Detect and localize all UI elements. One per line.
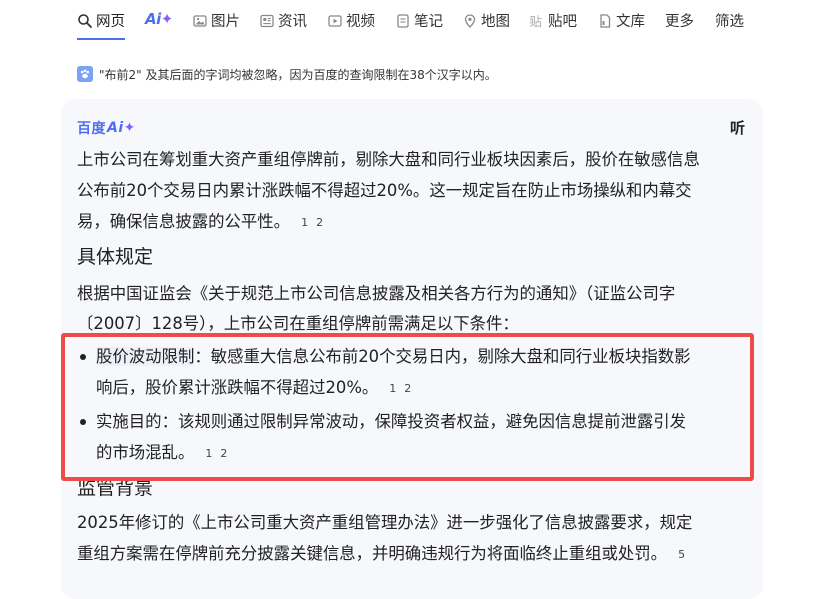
- list-item-line: 实施目的：该规则通过限制异常波动，保障投资者权益，避免因信息提前泄露引发: [96, 412, 687, 431]
- citation-link[interactable]: 2: [313, 208, 326, 238]
- tab-notes[interactable]: 笔记: [395, 10, 443, 40]
- baidu-paw-icon: [77, 66, 93, 82]
- tab-label: 贴吧: [548, 14, 577, 30]
- tab-label: 筛选: [715, 14, 744, 30]
- tab-docs[interactable]: 文库: [597, 10, 645, 40]
- tab-label: 地图: [481, 14, 510, 30]
- tab-label: 更多: [665, 14, 694, 30]
- tab-label: 笔记: [414, 14, 443, 30]
- tieba-icon: 贴: [530, 14, 543, 29]
- ai-icon: Ai✦: [145, 10, 173, 28]
- tab-tieba[interactable]: 贴 贴吧: [529, 10, 578, 40]
- list-item-keyword: 股价波动限制: [96, 347, 195, 366]
- tab-video[interactable]: 视频: [327, 10, 375, 40]
- bullet-dot: [80, 419, 86, 425]
- notice-text: "布前2" 及其后面的字词均被忽略，因为百度的查询限制在38个汉字以内。: [99, 67, 497, 82]
- list-item-line: 的市场混乱。 1 2: [96, 438, 230, 469]
- tab-label: 视频: [346, 14, 375, 30]
- image-icon: [193, 15, 207, 27]
- list-item-line: 股价波动限制：敏感重大信息公布前20个交易日内，剔除大盘和同行业板块指数影: [96, 347, 691, 366]
- video-icon: [328, 15, 342, 27]
- tab-label: 网页: [96, 14, 125, 30]
- tab-map[interactable]: 地图: [462, 10, 510, 40]
- section-para-line-1: 根据中国证监会《关于规范上市公司信息披露及相关各方行为的通知》（证监公司字: [77, 284, 676, 303]
- tab-web[interactable]: 网页: [77, 10, 125, 40]
- citation-link[interactable]: 2: [217, 439, 230, 469]
- citation-link[interactable]: 1: [202, 439, 215, 469]
- intro-line-3: 易，确保信息披露的公平性。 1 2: [77, 207, 326, 238]
- intro-line-1: 上市公司在筹划重大资产重组停牌前，剔除大盘和同行业板块因素后，股价在敏感信息: [77, 150, 700, 169]
- search-vertical-tabs: 网页 Ai✦ 图片 资讯 视频 笔记 地图 贴 贴吧 文库 更多 筛选: [0, 0, 816, 44]
- note-icon: [397, 14, 409, 28]
- intro-line-2: 公布前20个交易日内累计涨跌幅不得超过20%。这一规定旨在防止市场操纵和内幕交: [77, 181, 692, 200]
- section-para-line-2: 〔2007〕128号），上市公司在重组停牌前需满足以下条件：: [77, 314, 519, 333]
- news-icon: [260, 14, 274, 28]
- tab-more[interactable]: 更多: [665, 10, 694, 40]
- citation-link[interactable]: 1: [386, 374, 399, 404]
- section-heading: 具体规定: [77, 246, 154, 268]
- map-icon: [464, 14, 476, 28]
- listen-button[interactable]: 听: [730, 117, 745, 138]
- filter-button[interactable]: 筛选: [715, 10, 744, 40]
- tab-ai[interactable]: Ai✦: [145, 10, 173, 40]
- svg-text:贴: 贴: [530, 14, 543, 29]
- section-heading: 监管背景: [77, 477, 154, 499]
- section-para-line-2: 重组方案需在停牌前充分披露关键信息，并明确违规行为将面临终止重组或处罚。 5: [77, 539, 688, 570]
- search-icon: [78, 14, 92, 28]
- tab-label: 图片: [211, 14, 240, 30]
- tab-news[interactable]: 资讯: [259, 10, 307, 40]
- query-truncation-notice: "布前2" 及其后面的字词均被忽略，因为百度的查询限制在38个汉字以内。: [77, 64, 497, 84]
- tab-images[interactable]: 图片: [192, 10, 240, 40]
- citation-link[interactable]: 1: [298, 208, 311, 238]
- doc-icon: [600, 14, 611, 28]
- tab-label: 资讯: [278, 14, 307, 30]
- sparkle-icon: ✦: [123, 120, 136, 136]
- citation-link[interactable]: 5: [675, 540, 688, 570]
- list-item-line: 响后，股价累计涨跌幅不得超过20%。 1 2: [96, 373, 414, 404]
- tab-label: 文库: [616, 14, 645, 30]
- citation-link[interactable]: 2: [401, 374, 414, 404]
- baidu-ai-logo: 百度 Ai ✦: [77, 120, 136, 137]
- bullet-dot: [80, 354, 86, 360]
- list-item-keyword: 实施目的: [96, 412, 162, 431]
- section-para-line-1: 2025年修订的《上市公司重大资产重组管理办法》进一步强化了信息披露要求，规定: [77, 513, 693, 532]
